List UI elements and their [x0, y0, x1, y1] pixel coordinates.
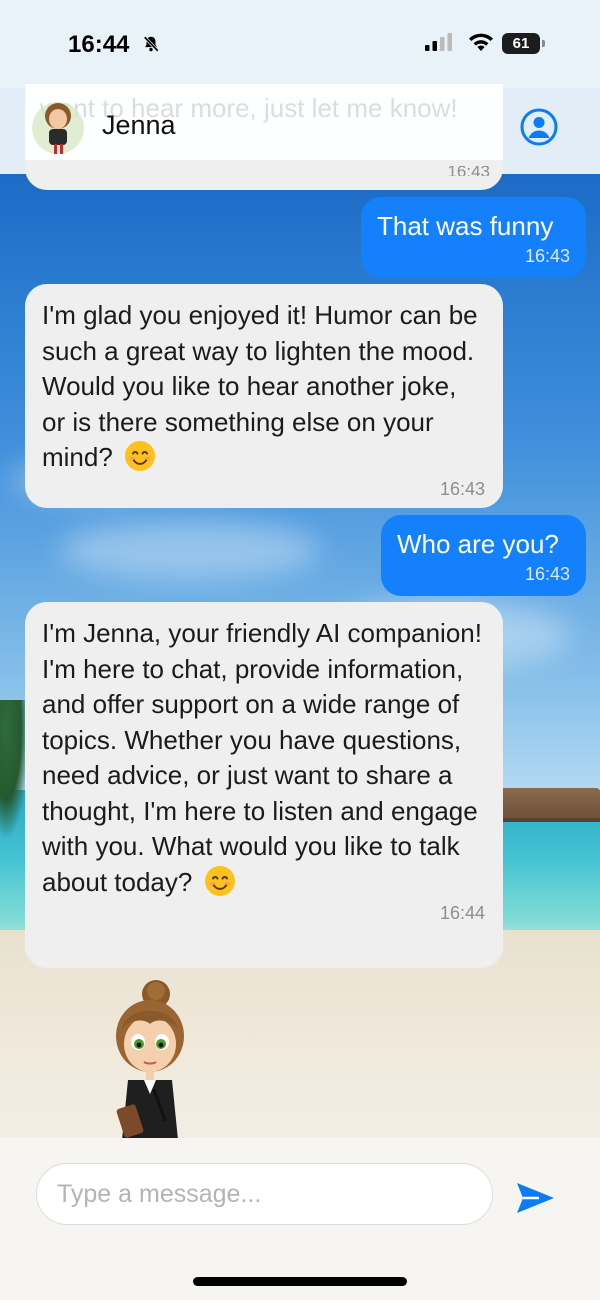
water-bungalows	[500, 788, 600, 822]
message-text: That was funny	[377, 211, 554, 241]
message-bubble-incoming: I'm Jenna, your friendly AI companion! I…	[25, 602, 503, 968]
message-text: I'm glad you enjoyed it! Humor can be su…	[42, 300, 478, 472]
jenna-avatar-icon	[32, 102, 84, 154]
send-button[interactable]	[514, 1180, 556, 1216]
bell-off-icon	[143, 36, 159, 52]
message-bubble-outgoing: That was funny 16:43	[361, 197, 586, 278]
home-indicator	[193, 1277, 407, 1286]
message-input[interactable]	[36, 1163, 493, 1225]
message-time: 16:43	[439, 478, 485, 499]
status-bar: 16:44 61	[0, 0, 600, 88]
battery-icon: 61	[502, 33, 545, 54]
user-circle-icon[interactable]	[519, 107, 559, 147]
message-text: I'm Jenna, your friendly AI companion! I…	[42, 618, 482, 897]
message-time: 16:43	[524, 563, 570, 584]
smiling-face-icon	[125, 441, 156, 471]
wifi-icon	[469, 33, 493, 51]
smiling-face-icon	[204, 865, 235, 896]
message-time: 16:44	[439, 903, 485, 923]
cloud	[60, 520, 320, 580]
message-bubble-incoming: I'm glad you enjoyed it! Humor can be su…	[25, 284, 503, 508]
message-time: 16:43	[447, 166, 490, 176]
message-time: 16:43	[524, 245, 570, 266]
contact-name: Jenna	[102, 110, 176, 140]
message-bubble-outgoing: Who are you? 16:43	[381, 515, 586, 596]
status-time: 16:44	[68, 31, 130, 58]
send-icon	[517, 1183, 554, 1213]
battery-level: 61	[512, 35, 530, 52]
signal-icon	[425, 33, 452, 51]
message-text: Who are you?	[397, 529, 559, 559]
